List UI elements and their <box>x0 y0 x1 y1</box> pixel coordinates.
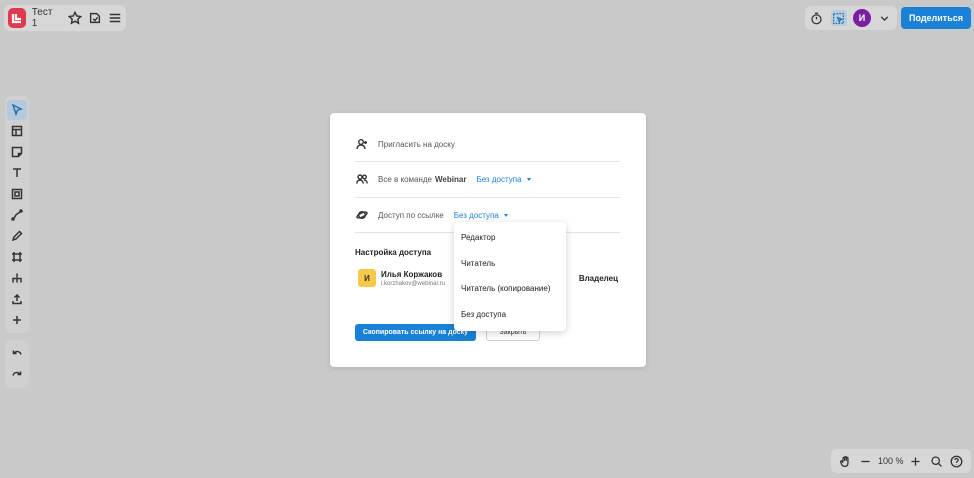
connector-icon[interactable] <box>7 205 27 225</box>
pen-icon[interactable] <box>7 226 27 246</box>
template-icon[interactable] <box>7 121 27 141</box>
caret-down-icon <box>526 177 531 181</box>
timer-icon[interactable] <box>809 10 825 26</box>
link-access-value: Без доступа <box>453 210 499 220</box>
undo-icon[interactable] <box>7 344 27 364</box>
add-user-icon <box>355 137 369 151</box>
menu-icon[interactable] <box>108 10 122 26</box>
member-avatar: И <box>358 269 376 287</box>
cursor-icon[interactable] <box>7 99 27 120</box>
team-access-label: Все в команде <box>378 174 433 184</box>
share-button[interactable]: Поделиться <box>900 7 971 29</box>
user-role: Владелец <box>578 273 618 283</box>
dropdown-item-reader-copy[interactable]: Читатель (копирование) <box>454 276 566 302</box>
access-dropdown-menu: Редактор Читатель Читатель (копирование)… <box>454 222 566 331</box>
user-name: Илья Коржаков <box>381 269 443 279</box>
access-settings-title: Настройка доступа <box>355 248 432 257</box>
board-title[interactable]: Тест 1 <box>32 7 58 29</box>
top-right-group: И <box>804 6 897 30</box>
zoom-bar: 100 % <box>831 449 971 473</box>
logo-icon <box>11 14 21 24</box>
zoom-level[interactable]: 100 % <box>878 456 904 466</box>
dropdown-item-no-access[interactable]: Без доступа <box>454 302 566 328</box>
user-info: Илья Коржаков i.korzhakov@webinar.ru <box>381 270 445 287</box>
search-icon[interactable] <box>928 453 944 469</box>
select-area-icon[interactable] <box>830 10 847 26</box>
undo-redo-toolbar <box>5 340 29 388</box>
divider <box>355 161 620 162</box>
divider <box>355 197 620 198</box>
star-icon[interactable] <box>67 10 82 26</box>
zoom-out-icon[interactable] <box>857 453 873 469</box>
team-access-row: Все в команде Webinar Без доступа <box>355 172 620 186</box>
board-header: Тест 1 <box>4 5 126 31</box>
hand-icon[interactable] <box>837 453 853 469</box>
team-name: Webinar <box>435 174 467 184</box>
link-access-label: Доступ по ссылке <box>378 210 444 220</box>
top-right-controls: И Поделиться <box>804 6 971 30</box>
invite-input[interactable]: Пригласить на доску <box>378 140 455 149</box>
sticky-note-icon[interactable] <box>7 142 27 162</box>
caret-down-icon <box>503 213 508 217</box>
link-access-row: Доступ по ссылке Без доступа <box>355 208 620 222</box>
app-logo[interactable] <box>8 8 26 28</box>
user-avatar[interactable]: И <box>852 9 871 27</box>
team-access-value: Без доступа <box>476 174 522 184</box>
link-access-dropdown[interactable]: Без доступа <box>454 211 508 220</box>
team-icon <box>355 172 369 186</box>
plus-icon[interactable] <box>7 310 27 330</box>
text-icon[interactable] <box>7 163 27 183</box>
upload-icon[interactable] <box>7 289 27 309</box>
dropdown-item-reader[interactable]: Читатель <box>454 251 566 277</box>
invite-row[interactable]: Пригласить на доску <box>355 137 620 151</box>
help-icon[interactable] <box>949 453 965 469</box>
zoom-in-icon[interactable] <box>908 453 924 469</box>
team-access-dropdown[interactable]: Без доступа <box>476 174 531 184</box>
redo-icon[interactable] <box>7 365 27 385</box>
planet-icon <box>355 208 369 222</box>
frame-icon[interactable] <box>7 184 27 204</box>
mindmap-icon[interactable] <box>7 268 27 288</box>
crop-icon[interactable] <box>7 247 27 267</box>
left-toolbar <box>5 96 29 333</box>
chevron-down-icon[interactable] <box>877 10 893 26</box>
dropdown-item-editor[interactable]: Редактор <box>454 225 566 251</box>
board-settings-icon[interactable] <box>88 10 102 26</box>
user-email: i.korzhakov@webinar.ru <box>381 280 446 287</box>
